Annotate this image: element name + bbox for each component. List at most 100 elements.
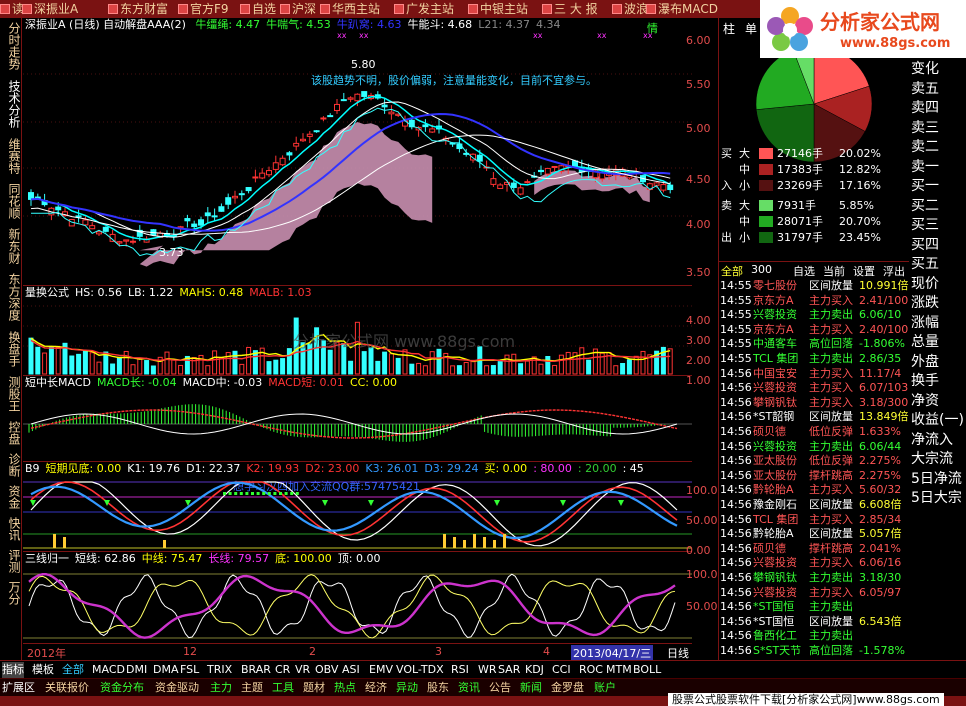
indicator-tab[interactable]: WR: [478, 662, 497, 678]
tick-row[interactable]: 14:56 *ST国恒 区间放量 6.543倍: [719, 614, 909, 629]
left-tab-6[interactable]: 换盘手: [2, 331, 21, 367]
indicator-tab[interactable]: FSL: [180, 662, 199, 678]
indicator-tab[interactable]: MACD: [92, 662, 125, 678]
left-tab-1[interactable]: 技术分析: [2, 80, 21, 128]
kdj-panel[interactable]: B9 短期见底: 0.00 K1: 19.76 D1: 22.37 K2: 19.93 D…: [23, 462, 692, 552]
left-tab-4[interactable]: 新东财: [2, 228, 21, 264]
indicator-tab[interactable]: SAR: [498, 662, 520, 678]
toolbar-item-4[interactable]: 自选: [240, 1, 276, 17]
left-tab-2[interactable]: 维赛特: [2, 138, 21, 174]
tick-row[interactable]: 14:56 亚太股份 低位反弹 2.275%: [719, 453, 909, 468]
toolbar-item-5[interactable]: 沪深: [280, 1, 316, 17]
left-tab-0[interactable]: 分时走势: [2, 22, 21, 70]
period-label[interactable]: 日线: [667, 645, 689, 661]
indicator-tab[interactable]: MTM: [606, 662, 632, 678]
toolbar-item-9[interactable]: 三 大 报: [542, 1, 598, 17]
tick-row[interactable]: 14:56 硕贝德 撑杆跳高 2.041%: [719, 541, 909, 556]
left-tab-7[interactable]: 测股王: [2, 376, 21, 412]
indicator-tab[interactable]: KDJ: [525, 662, 544, 678]
indicator-tab[interactable]: EMV: [369, 662, 393, 678]
tick-row[interactable]: 14:56 亚太股份 撑杆跳高 2.275%: [719, 468, 909, 483]
tick-row[interactable]: 14:56 黔轮胎A 主力买入 5.60/32: [719, 482, 909, 497]
toolbar-item-10[interactable]: 波浪: [612, 1, 648, 17]
indicator-tab[interactable]: CR: [275, 662, 290, 678]
tick-row[interactable]: 14:55 中通客车 高位回落 -1.806%: [719, 336, 909, 351]
menu-tab[interactable]: 账户: [594, 680, 616, 696]
tick-row[interactable]: 14:56 兴蓉投资 主力买入 6.07/103: [719, 380, 909, 395]
toolbar-item-8[interactable]: 中银主站: [468, 1, 528, 17]
menu-tab[interactable]: 经济: [365, 680, 387, 696]
indicator-tab[interactable]: 指标: [2, 662, 24, 678]
tick-tab[interactable]: 当前: [823, 263, 845, 279]
left-tab-3[interactable]: 同花顺: [2, 183, 21, 219]
tick-row[interactable]: 14:55 京东方A 主力买入 2.40/100: [719, 322, 909, 337]
menu-tab[interactable]: 股东: [427, 680, 449, 696]
indicator-tab[interactable]: BRAR: [241, 662, 271, 678]
left-tab-11[interactable]: 快讯: [2, 517, 21, 541]
sanxian-panel[interactable]: 三线归一 短线: 62.86 中线: 75.47 长线: 79.57 底: 100.00…: [23, 552, 692, 644]
indicator-tab[interactable]: BOLL: [633, 662, 661, 678]
indicator-tab[interactable]: 全部: [62, 662, 84, 678]
indicator-tab[interactable]: VR: [295, 662, 310, 678]
menu-tab[interactable]: 金罗盘: [551, 680, 584, 696]
tick-row[interactable]: 14:55 TCL 集团 主力卖出 2.86/35: [719, 351, 909, 366]
indicator-tab[interactable]: DMA: [153, 662, 179, 678]
tick-row[interactable]: 14:56 兴蓉投资 主力卖出 6.06/44: [719, 439, 909, 454]
footer-link[interactable]: 股票公式股票软件下载[分析家公式网]www.88gs.com: [668, 693, 944, 706]
menu-tab[interactable]: 资金分布: [100, 680, 144, 696]
menu-tab[interactable]: 资金驱动: [155, 680, 199, 696]
menu-tab[interactable]: 资讯: [458, 680, 480, 696]
indicator-tab[interactable]: RSI: [451, 662, 469, 678]
toolbar-item-11[interactable]: 瀑布MACD: [646, 1, 718, 17]
menu-tab[interactable]: 关联报价: [45, 680, 89, 696]
toolbar-item-0[interactable]: 读: [0, 1, 24, 17]
tick-row[interactable]: 14:56 S*ST天节 高位回落 -1.578%: [719, 643, 909, 658]
tick-tab[interactable]: 自选: [793, 263, 815, 279]
tick-row[interactable]: 14:56 硕贝德 低位反弹 1.633%: [719, 424, 909, 439]
tick-row[interactable]: 14:55 零七股份 区间放量 10.991倍: [719, 278, 909, 293]
left-tab-9[interactable]: 诊断: [2, 453, 21, 477]
menu-tab[interactable]: 热点: [334, 680, 356, 696]
menu-tab[interactable]: 题材: [303, 680, 325, 696]
menu-tab[interactable]: 主题: [241, 680, 263, 696]
left-tab-13[interactable]: 万分: [2, 581, 21, 605]
left-tab-10[interactable]: 资金: [2, 485, 21, 509]
toolbar-item-1[interactable]: 深振业A: [22, 1, 78, 17]
macd-panel[interactable]: 短中长MACD MACD长: -0.04 MACD中: -0.03 MACD短: 0.…: [23, 376, 692, 462]
left-tab-12[interactable]: 评测: [2, 549, 21, 573]
tick-row[interactable]: 14:56 攀钢钒钛 主力买入 3.18/300: [719, 395, 909, 410]
tick-row[interactable]: 14:56 兴蓉投资 主力买入 6.06/16: [719, 555, 909, 570]
indicator-tab[interactable]: TRIX: [207, 662, 232, 678]
kdj-chart[interactable]: [23, 462, 692, 552]
menu-tab[interactable]: 新闻: [520, 680, 542, 696]
menu-tab[interactable]: 主力: [210, 680, 232, 696]
volume-panel[interactable]: 量换公式 HS: 0.56 LB: 1.22 MAHS: 0.48 MALB: 1.03…: [23, 286, 692, 376]
toolbar-item-3[interactable]: 官方F9: [178, 1, 229, 17]
tick-row[interactable]: 14:56 攀钢钒钛 主力卖出 3.18/30: [719, 570, 909, 585]
indicator-tab[interactable]: CCI: [552, 662, 571, 678]
toolbar-item-7[interactable]: 广发主站: [394, 1, 454, 17]
left-tab-5[interactable]: 东方深度: [2, 273, 21, 321]
macd-chart[interactable]: [23, 376, 692, 462]
tick-row[interactable]: 14:56 兴蓉投资 主力买入 6.05/97: [719, 585, 909, 600]
tick-row[interactable]: 14:55 兴蓉投资 主力卖出 6.06/10: [719, 307, 909, 322]
tick-row[interactable]: 14:55 京东方A 主力买入 2.41/100: [719, 293, 909, 308]
tick-row[interactable]: 14:56 豫金刚石 区间放量 6.608倍: [719, 497, 909, 512]
tick-tab[interactable]: 300: [751, 263, 772, 276]
indicator-tab[interactable]: ROC: [579, 662, 603, 678]
left-tab-8[interactable]: 控盘: [2, 421, 21, 445]
toolbar-item-6[interactable]: 华西主站: [320, 1, 380, 17]
tick-row[interactable]: 14:56 *ST国恒 主力卖出: [719, 599, 909, 614]
indicator-tab[interactable]: 模板: [32, 662, 54, 678]
tick-row[interactable]: 14:56 鲁西化工 主力卖出: [719, 628, 909, 643]
tick-row[interactable]: 14:56 中国宝安 主力买入 11.17/4: [719, 366, 909, 381]
sanxian-chart[interactable]: [23, 552, 692, 644]
right-header-tab[interactable]: 柱: [723, 22, 735, 36]
menu-tab[interactable]: 公告: [489, 680, 511, 696]
menu-tab[interactable]: 工具: [272, 680, 294, 696]
tick-row[interactable]: 14:56 TCL 集团 主力买入 2.85/34: [719, 512, 909, 527]
tick-row[interactable]: 14:56 *ST韶钢 区间放量 13.849倍: [719, 409, 909, 424]
indicator-tab[interactable]: VOL-TDX: [396, 662, 444, 678]
toolbar-item-2[interactable]: 东方财富: [108, 1, 168, 17]
right-header-tab[interactable]: 单: [745, 22, 757, 36]
